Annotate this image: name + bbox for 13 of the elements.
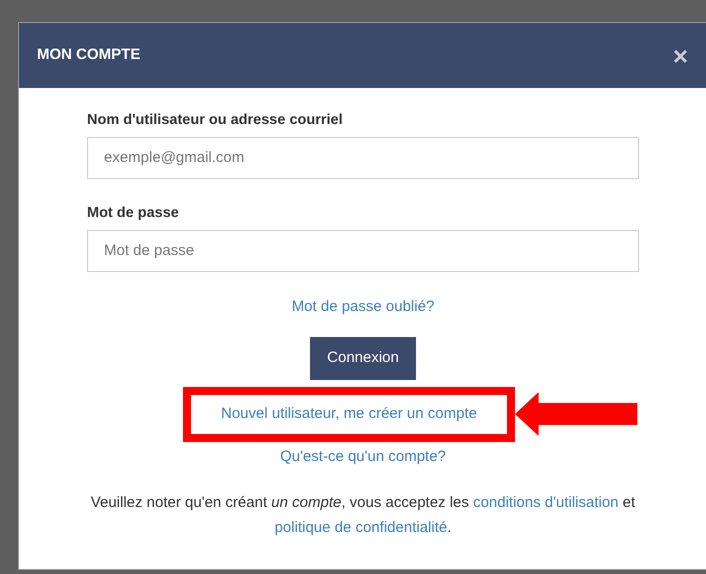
username-field[interactable]: exemple@gmail.com [87, 136, 639, 179]
close-button[interactable]: × [672, 42, 688, 68]
field-label: Nom d'utilisateur ou adresse courriel [87, 111, 344, 130]
field-label: Mot de passe [87, 204, 180, 223]
password-field[interactable]: Mot de passe [87, 230, 639, 272]
terms-notice: Veuillez noter qu'en créant un compte, vous acceptez les conditions d'utilisation et politique de confidentialité. [90, 493, 636, 538]
forgot-password-link[interactable]: Mot de passe oublié? [292, 298, 434, 314]
modal-title: MON COMPTE [37, 45, 140, 66]
login-button[interactable]: Connexion [310, 337, 416, 380]
what-is-account-link[interactable]: Qu'est-ce qu'un compte? [280, 448, 446, 464]
privacy-policy-link[interactable]: politique de confidentialité [274, 519, 448, 536]
terms-link[interactable]: conditions d'utilisation [473, 494, 619, 511]
create-account-link[interactable]: Nouvel utilisateur, me créer un compte [221, 403, 477, 426]
